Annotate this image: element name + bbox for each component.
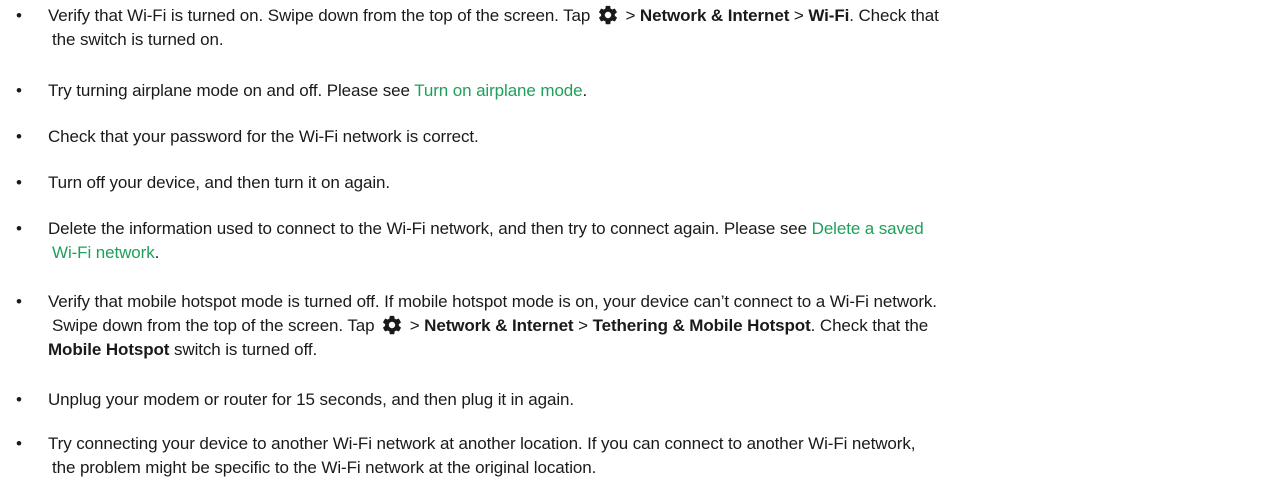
line: Verify that mobile hotspot mode is turne… bbox=[48, 292, 937, 311]
gear-icon bbox=[383, 315, 402, 335]
line: Try connecting your device to another Wi… bbox=[48, 434, 916, 453]
troubleshooting-list: • Verify that Wi-Fi is turned on. Swipe … bbox=[0, 0, 1263, 484]
bold-text: Network & Internet bbox=[639, 6, 790, 25]
text-segment: > bbox=[573, 316, 593, 335]
bullet: • bbox=[16, 390, 22, 409]
turn-on-airplane-mode-link[interactable]: Turn on airplane mode bbox=[414, 81, 582, 100]
line: the problem might be specific to the Wi-… bbox=[52, 458, 597, 477]
text-segment: Verify that Wi-Fi is turned on. Swipe do… bbox=[48, 6, 595, 25]
line: the switch is turned on. bbox=[52, 30, 224, 49]
line: Delete the information used to connect t… bbox=[48, 217, 1253, 241]
bold-text: Mobile Hotspot bbox=[48, 340, 170, 359]
delete-saved-network-link[interactable]: Wi-Fi network bbox=[52, 243, 155, 262]
text-segment: Swipe down from the top of the screen. T… bbox=[52, 316, 380, 335]
text-segment: switch is turned off. bbox=[169, 340, 318, 359]
text-segment: > bbox=[789, 6, 809, 25]
bullet: • bbox=[16, 434, 22, 453]
bullet: • bbox=[16, 219, 22, 238]
bold-text: Network & Internet bbox=[424, 316, 574, 335]
text-segment: > bbox=[620, 6, 640, 25]
bold-text: Tethering & Mobile Hotspot bbox=[592, 316, 811, 335]
list-item-text: Try turning airplane mode on and off. Pl… bbox=[48, 79, 1253, 103]
line: Verify that Wi-Fi is turned on. Swipe do… bbox=[48, 4, 1253, 28]
text-segment: > bbox=[405, 316, 425, 335]
list-item-text: Unplug your modem or router for 15 secon… bbox=[48, 390, 574, 409]
gear-icon bbox=[598, 5, 617, 25]
list-item-text: Verify that Wi-Fi is turned on. Swipe do… bbox=[48, 4, 1253, 52]
bullet: • bbox=[16, 81, 22, 100]
text-segment: . Check that bbox=[849, 6, 939, 25]
text-segment: Delete the information used to connect t… bbox=[48, 219, 812, 238]
bullet: • bbox=[16, 6, 22, 25]
text-segment: . Check that the bbox=[810, 316, 929, 335]
list-item-text: Delete the information used to connect t… bbox=[48, 217, 1253, 265]
list-item-text: Turn off your device, and then turn it o… bbox=[48, 173, 391, 192]
bullet: • bbox=[16, 127, 22, 146]
bullet: • bbox=[16, 173, 22, 192]
line: Swipe down from the top of the screen. T… bbox=[48, 314, 1253, 338]
bullet: • bbox=[16, 292, 22, 311]
list-item-text: Verify that mobile hotspot mode is turne… bbox=[48, 290, 1253, 362]
text-segment: . bbox=[154, 243, 160, 262]
list-item-text: Check that your password for the Wi-Fi n… bbox=[48, 127, 479, 146]
list-item-text: Try connecting your device to another Wi… bbox=[48, 432, 1253, 480]
line: Wi-Fi network. bbox=[48, 241, 1253, 265]
line: Mobile Hotspot switch is turned off. bbox=[48, 338, 1253, 362]
bold-text: Wi-Fi bbox=[808, 6, 850, 25]
text-segment: . bbox=[582, 81, 588, 100]
text-segment: Try turning airplane mode on and off. Pl… bbox=[48, 81, 415, 100]
delete-saved-network-link[interactable]: Delete a saved bbox=[812, 219, 924, 238]
